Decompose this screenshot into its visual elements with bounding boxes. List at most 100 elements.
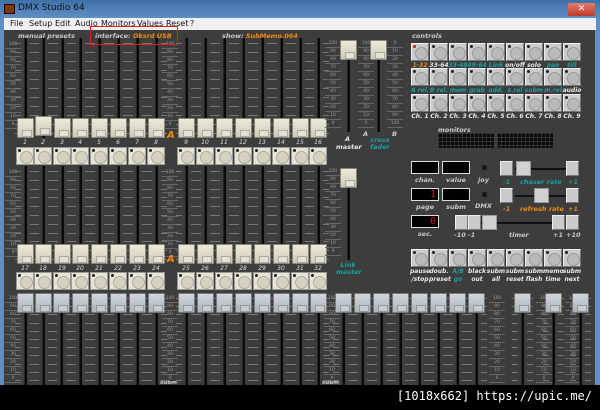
control-button-link[interactable] [487, 43, 505, 61]
submaster-fader-7-knob[interactable] [129, 293, 146, 313]
preset-fader-7-knob[interactable] [129, 118, 146, 138]
control-button-subm-reset[interactable] [506, 249, 524, 267]
control-button-ch-1[interactable] [411, 94, 429, 112]
preset-button-25[interactable] [177, 272, 195, 290]
control-button-ch-8[interactable] [544, 94, 562, 112]
control-button-a-rel-[interactable] [411, 68, 429, 86]
control-button-memo-time[interactable] [544, 249, 562, 267]
submaster-fader-11-knob[interactable] [216, 293, 233, 313]
timer-plus10-button[interactable] [566, 215, 579, 230]
control-button-ch-5[interactable] [487, 94, 505, 112]
submaster-fader-16-knob[interactable] [310, 293, 327, 313]
preset-fader-20-knob[interactable] [72, 244, 89, 264]
submaster-fader-4-knob[interactable] [72, 293, 89, 313]
submaster-fader-1-knob[interactable] [17, 293, 34, 313]
preset-button-21[interactable] [90, 272, 108, 290]
submaster-fader-23-knob[interactable] [449, 293, 466, 313]
preset-button-29[interactable] [253, 272, 271, 290]
submaster-fader-3-knob[interactable] [53, 293, 70, 313]
menu-edit[interactable]: Edit [55, 19, 71, 28]
control-button-black-out[interactable] [468, 249, 486, 267]
preset-button-32[interactable] [309, 272, 327, 290]
preset-button-24[interactable] [147, 272, 165, 290]
control-button-s-rel[interactable] [506, 68, 524, 86]
timer-minus1-button[interactable] [468, 215, 481, 230]
preset-button-1[interactable] [16, 147, 34, 165]
preset-button-16[interactable] [309, 147, 327, 165]
preset-button-2[interactable] [34, 147, 52, 165]
preset-button-27[interactable] [215, 272, 233, 290]
preset-button-19[interactable] [53, 272, 71, 290]
preset-fader-23-knob[interactable] [129, 244, 146, 264]
preset-fader-9-knob[interactable] [178, 118, 195, 138]
preset-fader-29-knob[interactable] [254, 244, 271, 264]
preset-button-4[interactable] [71, 147, 89, 165]
preset-fader-17-knob[interactable] [17, 244, 34, 264]
control-button-1-32[interactable] [411, 43, 429, 61]
chaser-rate-knob[interactable] [516, 161, 531, 176]
submaster-fader-18-knob[interactable] [354, 293, 371, 313]
submaster-fader-26-knob[interactable] [545, 293, 562, 313]
control-button-pan[interactable] [544, 43, 562, 61]
preset-button-23[interactable] [128, 272, 146, 290]
refresh-rate-minus-button[interactable] [500, 188, 513, 203]
submaster-fader-13-knob[interactable] [254, 293, 271, 313]
preset-fader-26-knob[interactable] [197, 244, 214, 264]
preset-fader-11-knob[interactable] [216, 118, 233, 138]
preset-button-10[interactable] [196, 147, 214, 165]
submaster-fader-15-knob[interactable] [292, 293, 309, 313]
preset-fader-13-knob[interactable] [254, 118, 271, 138]
preset-button-20[interactable] [71, 272, 89, 290]
control-button-ch-6[interactable] [506, 94, 524, 112]
preset-button-13[interactable] [253, 147, 271, 165]
preset-button-15[interactable] [291, 147, 309, 165]
control-button-49-64[interactable] [468, 43, 486, 61]
title-bar[interactable] [0, 0, 600, 18]
preset-button-5[interactable] [90, 147, 108, 165]
preset-fader-6-knob[interactable] [110, 118, 127, 138]
menu-file[interactable]: File [10, 19, 23, 28]
preset-fader-27-knob[interactable] [216, 244, 233, 264]
preset-button-26[interactable] [196, 272, 214, 290]
preset-fader-31-knob[interactable] [292, 244, 309, 264]
preset-fader-5-knob[interactable] [91, 118, 108, 138]
preset-button-3[interactable] [53, 147, 71, 165]
submaster-fader-12-knob[interactable] [235, 293, 252, 313]
control-button-audio[interactable] [563, 68, 581, 86]
preset-fader-8-knob[interactable] [148, 118, 165, 138]
preset-fader-18-knob[interactable] [35, 244, 52, 264]
chaser-rate-plus-button[interactable] [566, 161, 579, 176]
cross-fader-knob[interactable] [370, 40, 387, 60]
control-button-pause-stop[interactable] [411, 249, 429, 267]
preset-button-17[interactable] [16, 272, 34, 290]
control-button-33-64[interactable] [430, 43, 448, 61]
submaster-fader-27-knob[interactable] [572, 293, 589, 313]
submaster-fader-21-knob[interactable] [411, 293, 428, 313]
preset-button-7[interactable] [128, 147, 146, 165]
control-button-subm-flash[interactable] [525, 249, 543, 267]
preset-fader-16-knob[interactable] [310, 118, 327, 138]
preset-button-18[interactable] [34, 272, 52, 290]
timer-minus10-button[interactable] [455, 215, 468, 230]
submaster-fader-8-knob[interactable] [148, 293, 165, 313]
preset-fader-3-knob[interactable] [54, 118, 71, 138]
control-button-doub-preset[interactable] [430, 249, 448, 267]
refresh-rate-plus-button[interactable] [566, 188, 579, 203]
preset-button-11[interactable] [215, 147, 233, 165]
preset-button-30[interactable] [272, 272, 290, 290]
timer-plus1-button[interactable] [552, 215, 565, 230]
control-button-subm-all[interactable] [487, 249, 505, 267]
preset-fader-30-knob[interactable] [273, 244, 290, 264]
link-master-knob[interactable] [340, 168, 357, 188]
submaster-fader-19-knob[interactable] [373, 293, 390, 313]
control-button-ch-3[interactable] [449, 94, 467, 112]
preset-fader-14-knob[interactable] [273, 118, 290, 138]
submaster-fader-24-knob[interactable] [468, 293, 485, 313]
chaser-rate-minus-button[interactable] [500, 161, 513, 176]
menu-setup[interactable]: Setup [29, 19, 52, 28]
preset-fader-2-knob[interactable] [35, 115, 52, 136]
submaster-fader-17-knob[interactable] [335, 293, 352, 313]
submaster-fader-14-knob[interactable] [273, 293, 290, 313]
submaster-fader-10-knob[interactable] [197, 293, 214, 313]
control-button-mem[interactable] [449, 68, 467, 86]
